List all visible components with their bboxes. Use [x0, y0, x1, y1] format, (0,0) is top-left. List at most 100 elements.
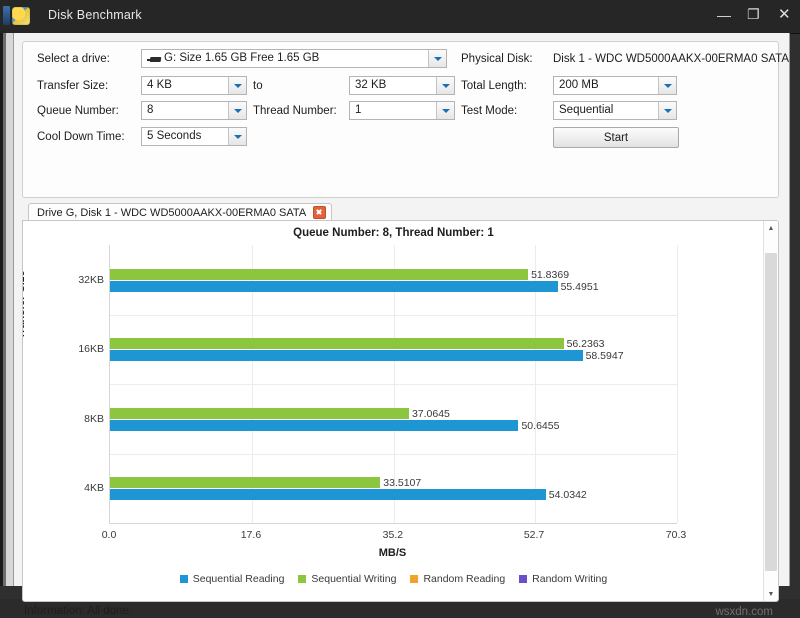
chevron-down-icon[interactable] — [228, 77, 246, 94]
physical-disk-label: Physical Disk: — [461, 53, 533, 65]
legend-swatch-icon — [519, 575, 527, 583]
legend-label: Random Reading — [423, 573, 505, 585]
legend-swatch-icon — [180, 575, 188, 583]
bar-value-label: 33.5107 — [383, 477, 421, 489]
bar-sequential-writing-4kb — [110, 477, 380, 488]
x-axis-title: MB/S — [109, 547, 676, 559]
cool-down-time-combo[interactable]: 5 Seconds — [141, 127, 247, 146]
scroll-up-icon[interactable]: ▲ — [764, 221, 778, 235]
chevron-down-icon[interactable] — [428, 50, 446, 67]
bar-sequential-reading-4kb — [110, 489, 546, 500]
chevron-down-icon[interactable] — [436, 77, 454, 94]
watermark: wsxdn.com — [715, 606, 773, 618]
transfer-size-label: Transfer Size: — [37, 80, 108, 92]
category-label: 16KB — [62, 343, 104, 355]
transfer-size-to-value: 32 KB — [355, 79, 386, 91]
test-mode-label: Test Mode: — [461, 105, 517, 117]
cool-down-time-label: Cool Down Time: — [37, 131, 125, 143]
scrollbar-thumb[interactable] — [765, 253, 777, 571]
category-label: 8KB — [62, 413, 104, 425]
test-mode-combo[interactable]: Sequential — [553, 101, 677, 120]
chart-title: Queue Number: 8, Thread Number: 1 — [23, 227, 764, 239]
queue-number-value: 8 — [147, 104, 153, 116]
window-controls: — ❐ ✕ — [714, 5, 794, 25]
thread-number-value: 1 — [355, 104, 361, 116]
chevron-down-icon[interactable] — [658, 77, 676, 94]
x-tick-label: 52.7 — [524, 529, 544, 541]
chevron-down-icon[interactable] — [658, 102, 676, 119]
bar-value-label: 37.0645 — [412, 408, 450, 420]
chart-scrollbar[interactable]: ▲ ▼ — [763, 221, 778, 601]
tab-strip: Drive G, Disk 1 - WDC WD5000AAKX-00ERMA0… — [22, 203, 777, 220]
settings-panel: Select a drive: G: Size 1.65 GB Free 1.6… — [22, 41, 779, 198]
queue-number-combo[interactable]: 8 — [141, 101, 247, 120]
bar-sequential-writing-32kb — [110, 269, 528, 280]
chevron-down-icon[interactable] — [436, 102, 454, 119]
category-label: 32KB — [62, 274, 104, 286]
bar-sequential-writing-16kb — [110, 338, 564, 349]
grid-line-horizontal — [110, 315, 677, 316]
minimize-button[interactable]: — — [714, 5, 734, 25]
plot-area: 4KB33.510754.03428KB37.064550.645516KB56… — [109, 245, 677, 524]
grid-line-horizontal — [110, 454, 677, 455]
legend-item[interactable]: Sequential Writing — [298, 573, 396, 585]
bar-sequential-writing-8kb — [110, 408, 409, 419]
legend-item[interactable]: Random Writing — [519, 573, 607, 585]
title-bar: Disk Benchmark — ❐ ✕ — [0, 0, 800, 34]
close-icon: ✕ — [778, 5, 791, 24]
bar-value-label: 51.8369 — [531, 269, 569, 281]
legend-label: Sequential Writing — [311, 573, 396, 585]
legend-label: Random Writing — [532, 573, 607, 585]
transfer-size-to-label: to — [253, 80, 263, 92]
minimize-icon: — — [717, 8, 731, 22]
x-tick-label: 70.3 — [666, 529, 686, 541]
window-left-edge — [0, 33, 13, 586]
status-bar-text: Information: All done. — [24, 605, 132, 617]
close-button[interactable]: ✕ — [774, 5, 794, 25]
grid-line-horizontal — [110, 384, 677, 385]
bar-sequential-reading-16kb — [110, 350, 583, 361]
grid-line-vertical — [677, 245, 678, 523]
drive-icon — [147, 56, 161, 63]
cool-down-time-value: 5 Seconds — [147, 130, 201, 142]
chart-legend: Sequential Reading Sequential Writing Rand… — [23, 573, 764, 585]
queue-number-label: Queue Number: — [37, 105, 119, 117]
thread-number-label: Thread Number: — [253, 105, 337, 117]
test-mode-value: Sequential — [559, 104, 613, 116]
total-length-combo[interactable]: 200 MB — [553, 76, 677, 95]
chevron-down-icon[interactable] — [228, 128, 246, 145]
chevron-down-icon[interactable] — [228, 102, 246, 119]
legend-label: Sequential Reading — [193, 573, 285, 585]
bar-value-label: 58.5947 — [586, 350, 624, 362]
tab-close-icon[interactable] — [313, 206, 326, 219]
window-edge-icon — [3, 6, 10, 25]
category-label: 4KB — [62, 482, 104, 494]
y-axis-title: Transfer Size — [22, 271, 27, 339]
select-drive-combo[interactable]: G: Size 1.65 GB Free 1.65 GB — [141, 49, 447, 68]
x-tick-label: 17.6 — [241, 529, 261, 541]
window-title: Disk Benchmark — [48, 8, 142, 22]
legend-item[interactable]: Random Reading — [410, 573, 505, 585]
bar-value-label: 54.0342 — [549, 489, 587, 501]
x-tick-label: 0.0 — [102, 529, 117, 541]
tab-drive-g[interactable]: Drive G, Disk 1 - WDC WD5000AAKX-00ERMA0… — [28, 203, 332, 221]
total-length-label: Total Length: — [461, 80, 527, 92]
select-drive-label: Select a drive: — [37, 53, 110, 65]
bar-value-label: 55.4951 — [561, 281, 599, 293]
client-area: Select a drive: G: Size 1.65 GB Free 1.6… — [13, 33, 790, 586]
chart-panel: Queue Number: 8, Thread Number: 1 Transf… — [22, 220, 779, 602]
thread-number-combo[interactable]: 1 — [349, 101, 455, 120]
maximize-button[interactable]: ❐ — [744, 5, 764, 25]
bar-value-label: 56.2363 — [567, 338, 605, 350]
title-bar-icons — [3, 6, 30, 25]
transfer-size-from-combo[interactable]: 4 KB — [141, 76, 247, 95]
legend-item[interactable]: Sequential Reading — [180, 573, 285, 585]
transfer-size-to-combo[interactable]: 32 KB — [349, 76, 455, 95]
legend-swatch-icon — [410, 575, 418, 583]
physical-disk-value: Disk 1 - WDC WD5000AAKX-00ERMA0 SATA — [553, 53, 789, 65]
total-length-value: 200 MB — [559, 79, 599, 91]
legend-swatch-icon — [298, 575, 306, 583]
transfer-size-from-value: 4 KB — [147, 79, 172, 91]
chart: Queue Number: 8, Thread Number: 1 Transf… — [23, 221, 764, 601]
start-button[interactable]: Start — [553, 127, 679, 148]
